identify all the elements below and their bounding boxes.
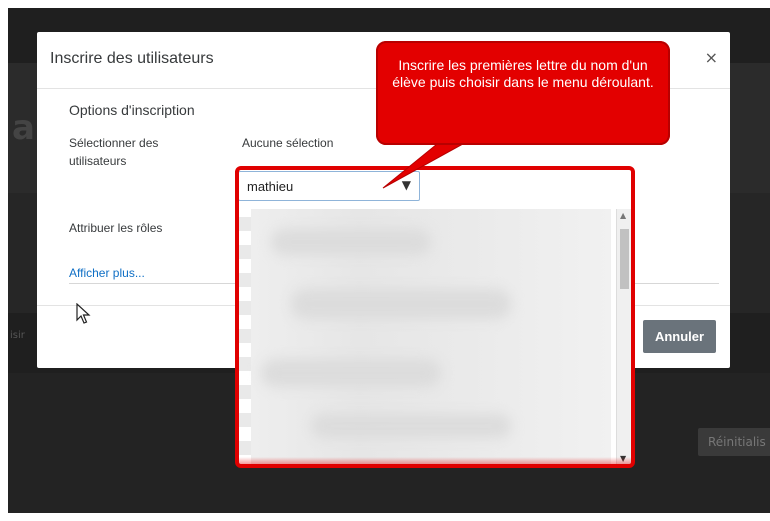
annotation-highlight-frame	[235, 166, 635, 468]
annotation-callout: Inscrire les premières lettre du nom d'u…	[376, 41, 670, 145]
background-reset-button: Réinitialis	[698, 428, 770, 456]
callout-text: Inscrire les premières lettre du nom d'u…	[392, 57, 654, 90]
background-partial-text: isir	[10, 330, 25, 341]
cancel-button[interactable]: Annuler	[643, 320, 716, 353]
assign-roles-label: Attribuer les rôles	[69, 221, 163, 235]
enrolment-options-title: Options d'inscription	[69, 102, 195, 118]
select-users-label: Sélectionner des utilisateurs	[69, 136, 159, 168]
background-letter: a	[12, 108, 35, 148]
no-selection-text: Aucune sélection	[242, 136, 334, 150]
mouse-pointer-icon	[76, 303, 91, 324]
show-more-link[interactable]: Afficher plus...	[69, 266, 145, 280]
modal-title: Inscrire des utilisateurs	[50, 50, 214, 67]
close-icon[interactable]: ×	[705, 48, 718, 67]
